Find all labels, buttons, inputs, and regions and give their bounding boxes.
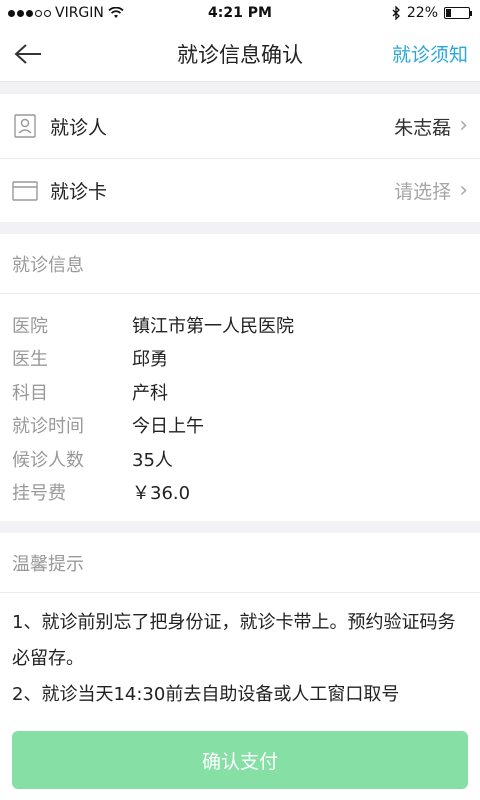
status-bar: VIRGIN 4:21 PM 22% [0, 0, 480, 26]
info-key: 就诊时间 [12, 416, 84, 438]
info-row-registration-fee: 挂号费 ￥36.0 [12, 476, 468, 510]
info-value: 35人 [132, 449, 173, 471]
navigation-bar: 就诊信息确认 就诊须知 [0, 26, 480, 82]
status-right: 22% [391, 5, 472, 21]
info-value: 今日上午 [132, 416, 204, 438]
patient-value: 朱志磊 [394, 116, 452, 139]
battery-icon [444, 7, 472, 19]
back-button[interactable] [0, 26, 56, 82]
visit-info-list: 医院 镇江市第一人民医院 医生 邱勇 科目 产科 就诊时间 今日上午 候诊人数 … [0, 294, 480, 521]
chevron-right-icon: › [459, 113, 468, 138]
info-key: 医院 [12, 315, 48, 337]
patient-row[interactable]: 就诊人 朱志磊 › [0, 94, 480, 158]
info-value: 邱勇 [132, 349, 168, 371]
info-value: 镇江市第一人民医院 [132, 315, 294, 337]
patient-card-section: 就诊人 朱志磊 › 就诊卡 请选择 › [0, 94, 480, 222]
signal-icon [8, 9, 51, 17]
tip-line-2: 2、就诊当天14:30前去自助设备或人工窗口取号 [12, 684, 400, 705]
visit-info-header: 就诊信息 [0, 234, 480, 294]
tip-line-1: 1、就诊前别忘了把身份证，就诊卡带上。预约验证码务必留存。 [12, 612, 456, 669]
info-key: 医生 [12, 349, 48, 371]
person-icon [12, 113, 38, 139]
tips-section: 温馨提示 1、就诊前别忘了把身份证，就诊卡带上。预约验证码务必留存。 2、就诊当… [0, 533, 480, 733]
patient-label: 就诊人 [50, 116, 108, 139]
info-key: 科目 [12, 382, 48, 404]
battery-fill [446, 9, 451, 17]
tips-header: 温馨提示 [0, 533, 480, 593]
info-key: 候诊人数 [12, 449, 84, 471]
info-row-visit-time: 就诊时间 今日上午 [12, 409, 468, 443]
wifi-icon [108, 7, 124, 18]
footer-bar: 确认支付 [0, 720, 480, 800]
section-gap [0, 222, 480, 234]
card-icon [12, 178, 38, 204]
visit-notice-link[interactable]: 就诊须知 [392, 40, 480, 67]
confirm-pay-button[interactable]: 确认支付 [12, 731, 468, 789]
info-row-waiting-count: 候诊人数 35人 [12, 442, 468, 476]
info-key: 挂号费 [12, 483, 66, 505]
section-gap [0, 82, 480, 94]
info-value: ￥36.0 [132, 483, 191, 505]
card-value: 请选择 [394, 181, 452, 203]
info-row-hospital: 医院 镇江市第一人民医院 [12, 308, 468, 342]
info-value: 产科 [132, 382, 168, 404]
visit-info-section: 就诊信息 医院 镇江市第一人民医院 医生 邱勇 科目 产科 就诊时间 今日上午 … [0, 234, 480, 521]
carrier-name: VIRGIN [55, 5, 104, 21]
info-row-department: 科目 产科 [12, 375, 468, 409]
tips-content: 1、就诊前别忘了把身份证，就诊卡带上。预约验证码务必留存。 2、就诊当天14:3… [0, 593, 480, 733]
chevron-right-icon: › [459, 177, 468, 203]
section-gap [0, 521, 480, 533]
status-left: VIRGIN [8, 5, 124, 21]
bluetooth-icon [392, 6, 400, 20]
info-row-doctor: 医生 邱勇 [12, 342, 468, 376]
back-arrow-icon [14, 43, 41, 64]
battery-percent: 22% [406, 5, 438, 21]
card-row[interactable]: 就诊卡 请选择 › [0, 158, 480, 222]
card-label: 就诊卡 [50, 181, 108, 203]
